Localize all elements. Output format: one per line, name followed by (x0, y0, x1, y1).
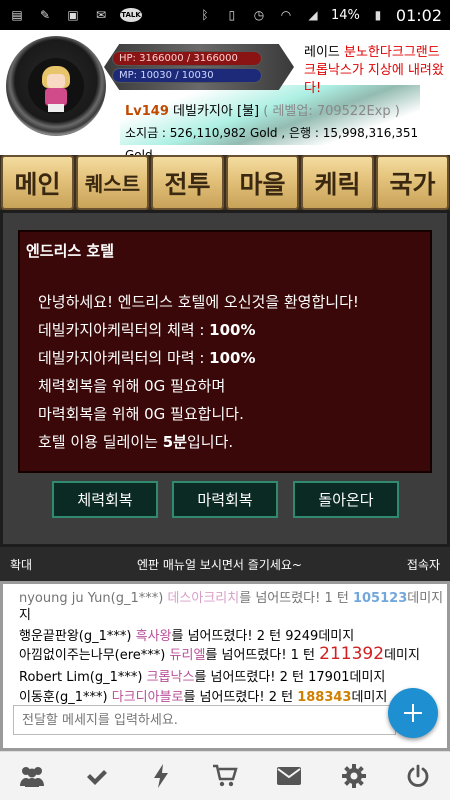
player-level: Lv149 (125, 104, 169, 119)
broom-icon: ✎ (39, 8, 51, 22)
chat-input[interactable] (13, 705, 396, 735)
chat-line: 이동훈(g_1***) 다크디아블로를 넘어뜨렸다! 2 턴 188343데미지 (19, 690, 388, 705)
chat-line: nyoung ju Yun(g_1***) 데스아크리치를 넘어뜨렸다! 1 턴… (19, 591, 444, 606)
alarm-icon: ◷ (253, 8, 265, 22)
delay-info: 호텔 이용 딜레이는 5분입니다. (38, 433, 234, 451)
chat-bar: 확대 엔판 매뉴얼 보시면서 즐기세요~ 접속자 (0, 547, 450, 581)
talk-icon: TALK (120, 8, 142, 22)
restore-hp-button[interactable]: 체력회복 (52, 481, 158, 518)
chat-line: 아낌없이주는나무(ere***) 듀리엘를 넘어뜨렸다! 1 턴 211392데… (19, 644, 420, 664)
signal-icon: ◢ (308, 8, 318, 22)
mail-icon[interactable] (269, 756, 309, 796)
hotel-info: 안녕하세요! 엔드리스 호텔에 오신것을 환영합니다! 데빌카지아케릭터의 체력… (38, 288, 359, 456)
level-line: Lv149 데빌카지아 [불] ( 레벨업: 709522Exp ) (125, 100, 400, 119)
menu-quest[interactable]: 퀘스트 (76, 155, 149, 210)
clock: 01:02 (395, 5, 442, 25)
gear-icon[interactable] (334, 756, 374, 796)
return-button[interactable]: 돌아온다 (293, 481, 399, 518)
bolt-icon[interactable] (141, 756, 181, 796)
plus-icon (404, 704, 422, 722)
character-sprite (28, 58, 84, 114)
menu-nation[interactable]: 국가 (376, 155, 449, 210)
power-icon[interactable] (398, 756, 438, 796)
restore-mp-button[interactable]: 마력회복 (172, 481, 278, 518)
menu-character[interactable]: 케릭 (301, 155, 374, 210)
check-icon[interactable] (76, 756, 116, 796)
menu-main[interactable]: 메인 (1, 155, 74, 210)
clipboard-icon: ▤ (11, 8, 23, 22)
add-button[interactable] (388, 688, 438, 738)
panel-title: 엔드리스 호텔 (26, 242, 115, 260)
chat-line: 행운끝판왕(g_1***) 흑사왕를 넘어뜨렸다! 2 턴 9249데미지 (19, 629, 355, 644)
player-exp: ( 레벨업: 709522Exp ) (263, 104, 400, 119)
hp-bar: HP: 3166000 / 3166000 (112, 51, 262, 66)
users-icon[interactable] (12, 756, 52, 796)
chat-notice: 엔판 매뉴얼 보시면서 즐기세요~ (136, 557, 302, 572)
image-icon: ▣ (67, 8, 79, 22)
bluetooth-icon: ᛒ (201, 8, 209, 22)
raid-prefix: 레이드 (304, 45, 345, 60)
player-name: 데빌카지아 (173, 104, 233, 119)
mail-notify-icon: ✉ (95, 8, 107, 22)
chat-line: Robert Lim(g_1***) 크롭낙스를 넘어뜨렸다! 2 턴 1790… (19, 670, 386, 685)
hp-status: 데빌카지아케릭터의 체력 : 100% (38, 321, 256, 339)
battery-percent: 14% (330, 7, 360, 23)
zoom-button[interactable]: 확대 (10, 556, 32, 573)
battery-icon: ▮ (374, 8, 382, 22)
player-header: HP: 3166000 / 3166000 MP: 10030 / 10030 … (0, 30, 450, 162)
online-users-button[interactable]: 접속자 (407, 556, 440, 573)
avatar[interactable] (6, 36, 106, 136)
chat-line: 지 (19, 608, 31, 623)
bottom-nav (0, 751, 450, 800)
cart-icon[interactable] (205, 756, 245, 796)
mp-bar: MP: 10030 / 10030 (112, 68, 262, 83)
hp-cost: 체력회복을 위해 0G 필요하며 (38, 377, 226, 395)
mp-cost: 마력회복을 위해 0G 필요합니다. (38, 405, 244, 423)
vibrate-icon: ▯ (228, 8, 236, 22)
raid-notice: 레이드 분노한다크그랜드 크롭낙스가 지상에 내려왔다! (304, 44, 444, 98)
main-menu: 메인 퀘스트 전투 마을 케릭 국가 (0, 155, 450, 210)
status-bar: ▤ ✎ ▣ ✉ TALK ᛒ ▯ ◷ ◠ ◢ 14% ▮ 01:02 (0, 0, 450, 30)
menu-battle[interactable]: 전투 (151, 155, 224, 210)
welcome-text: 안녕하세요! 엔드리스 호텔에 오신것을 환영합니다! (38, 293, 359, 311)
mp-status: 데빌카지아케릭터의 마력 : 100% (38, 349, 256, 367)
player-element: [불] (237, 104, 260, 119)
menu-village[interactable]: 마을 (226, 155, 299, 210)
wifi-icon: ◠ (280, 8, 292, 22)
